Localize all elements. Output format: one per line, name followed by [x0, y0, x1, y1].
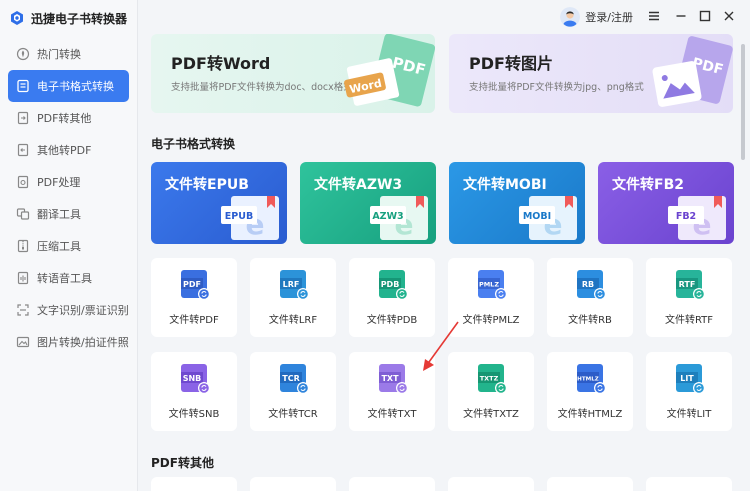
main-content: PDF转Word 支持批量将PDF文件转换为doc、docx格式 PDF Wor… [138, 34, 738, 491]
tile-partial[interactable] [250, 477, 336, 491]
sidebar-item-ocr[interactable]: 文字识别/票证识别 [8, 294, 129, 326]
sidebar-item-translate[interactable]: 翻译工具 [8, 198, 129, 230]
sidebar-item-hot[interactable]: 热门转换 [8, 38, 129, 70]
login-label: 登录/注册 [585, 11, 633, 24]
sidebar-item-label: 电子书格式转换 [37, 80, 114, 93]
sidebar-nav: 热门转换 电子书格式转换 PDF转其他 其他转PDF PDF处理 翻译工具 压缩… [0, 38, 137, 358]
avatar [560, 7, 581, 27]
minimize-icon[interactable] [674, 9, 688, 23]
section-title-pdf-other: PDF转其他 [151, 456, 214, 470]
sidebar-item-label: 文字识别/票证识别 [37, 304, 129, 317]
tile-partial[interactable] [547, 477, 633, 491]
title-bar: 登录/注册 [138, 0, 750, 34]
image-icon [16, 336, 30, 348]
scrollbar-thumb[interactable] [741, 44, 745, 160]
app-title: 迅捷电子书转换器 [31, 11, 128, 26]
menu-icon[interactable] [647, 9, 661, 23]
sidebar-item-label: 压缩工具 [37, 240, 81, 253]
tile-partial[interactable] [151, 477, 237, 491]
sidebar-item-label: 图片转换/拍证件照 [37, 336, 129, 349]
sidebar-item-label: PDF处理 [37, 176, 81, 189]
ebook-icon [17, 79, 29, 93]
sidebar-item-voice[interactable]: 转语音工具 [8, 262, 129, 294]
sidebar-item-pdf-to-other[interactable]: PDF转其他 [8, 102, 129, 134]
compress-icon [17, 239, 29, 253]
hot-icon [16, 47, 30, 61]
annotation-arrow-icon [423, 321, 459, 371]
sidebar-item-label: 翻译工具 [37, 208, 81, 221]
sidebar-item-image[interactable]: 图片转换/拍证件照 [8, 326, 129, 358]
tile-partial[interactable] [448, 477, 534, 491]
translate-icon [16, 208, 30, 220]
close-icon[interactable] [722, 9, 736, 23]
sidebar-item-label: 转语音工具 [37, 272, 92, 285]
ocr-icon [17, 304, 29, 316]
app-logo-icon [11, 11, 23, 25]
sidebar-item-compress[interactable]: 压缩工具 [8, 230, 129, 262]
sidebar-item-label: 其他转PDF [37, 144, 92, 157]
login-button[interactable]: 登录/注册 [560, 7, 633, 27]
sidebar-item-ebook[interactable]: 电子书格式转换 [8, 70, 129, 102]
sidebar-item-label: 热门转换 [37, 48, 81, 61]
other-to-pdf-icon [17, 143, 29, 157]
sidebar-item-other-to-pdf[interactable]: 其他转PDF [8, 134, 129, 166]
voice-icon [17, 271, 29, 285]
pdf-to-other-icon [17, 111, 29, 125]
maximize-icon[interactable] [698, 9, 712, 23]
tile-partial[interactable] [646, 477, 732, 491]
brand: 迅捷电子书转换器 [0, 0, 137, 36]
sidebar-item-pdf-process[interactable]: PDF处理 [8, 166, 129, 198]
sidebar: 迅捷电子书转换器 热门转换 电子书格式转换 PDF转其他 其他转PDF PDF处… [0, 0, 138, 491]
pdf-process-icon [17, 175, 29, 189]
tile-partial[interactable] [349, 477, 435, 491]
sidebar-item-label: PDF转其他 [37, 112, 92, 125]
